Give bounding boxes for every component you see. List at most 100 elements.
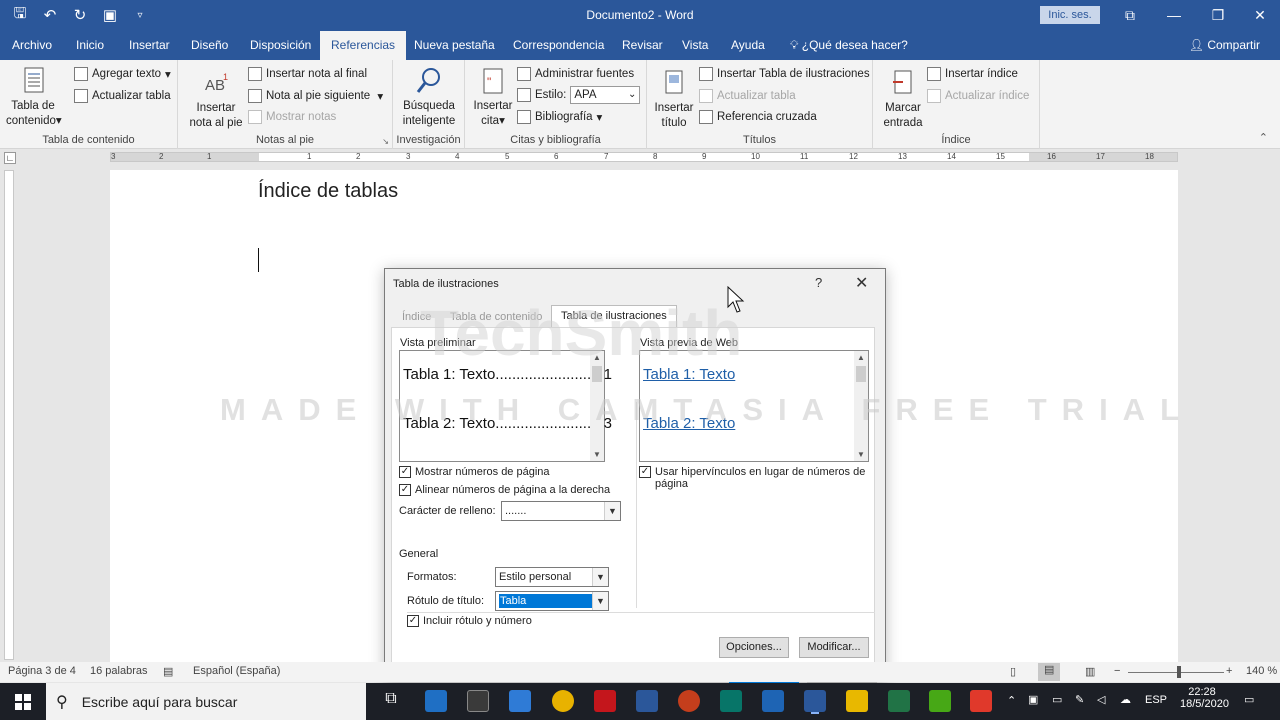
start-button[interactable] bbox=[0, 683, 46, 720]
update-index-button[interactable]: Actualizar índice bbox=[927, 88, 1029, 104]
caption-dropdown[interactable]: Tabla ▼ bbox=[495, 591, 609, 611]
print-layout-icon[interactable]: ▤ bbox=[1038, 663, 1061, 681]
scroll-up-icon[interactable]: ▲ bbox=[857, 353, 865, 362]
proofing-icon[interactable]: ▤ bbox=[163, 665, 173, 678]
toc-button[interactable]: Tabla de contenido▾ bbox=[6, 66, 62, 129]
manage-sources-button[interactable]: Administrar fuentes bbox=[517, 66, 634, 82]
zoom-slider[interactable] bbox=[1128, 672, 1224, 673]
tab-vista[interactable]: Vista bbox=[680, 31, 710, 60]
language-status[interactable]: Español (España) bbox=[193, 665, 280, 677]
options-button[interactable]: Opciones... bbox=[719, 637, 789, 658]
acrobat-icon[interactable] bbox=[594, 690, 616, 712]
web-layout-icon[interactable]: ▥ bbox=[1085, 665, 1095, 678]
style-dropdown[interactable]: APA ⌄ bbox=[570, 86, 641, 104]
tab-diseno[interactable]: Diseño bbox=[189, 31, 230, 60]
volume-icon[interactable]: ◁ bbox=[1097, 693, 1105, 706]
tab-revisar[interactable]: Revisar bbox=[620, 31, 665, 60]
align-right-checkbox[interactable]: ✓ Alinear números de página a la derecha bbox=[399, 484, 610, 496]
use-hyperlinks-checkbox[interactable]: ✓ Usar hipervínculos en lugar de números … bbox=[639, 466, 869, 490]
tab-referencias[interactable]: Referencias bbox=[320, 31, 407, 60]
publisher-icon[interactable] bbox=[720, 690, 742, 712]
language-indicator[interactable]: ESP bbox=[1145, 694, 1167, 706]
insert-caption-button[interactable]: Insertar título bbox=[651, 68, 697, 131]
tab-archivo[interactable]: Archivo bbox=[10, 31, 54, 60]
show-page-numbers-checkbox[interactable]: ✓ Mostrar números de página bbox=[399, 466, 550, 478]
word-icon[interactable] bbox=[804, 690, 826, 712]
insert-table-of-figures-button[interactable]: Insertar Tabla de ilustraciones bbox=[699, 66, 870, 82]
tab-correspondencia[interactable]: Correspondencia bbox=[511, 31, 606, 60]
pen-icon[interactable]: ✎ bbox=[1075, 693, 1084, 706]
minimize-button[interactable]: — bbox=[1152, 0, 1196, 30]
bibliography-button[interactable]: Bibliografía ▾ bbox=[517, 109, 602, 125]
mark-entry-button[interactable]: Marcar entrada bbox=[877, 68, 929, 131]
zoom-out-button[interactable]: − bbox=[1114, 665, 1120, 677]
scroll-thumb[interactable] bbox=[856, 366, 866, 382]
taskbar-search[interactable]: ⚲ Escribe aquí para buscar bbox=[46, 683, 366, 720]
cross-reference-button[interactable]: Referencia cruzada bbox=[699, 109, 817, 125]
page-count[interactable]: Página 3 de 4 bbox=[8, 665, 76, 677]
tab-ayuda[interactable]: Ayuda bbox=[729, 31, 767, 60]
tab-leader-dropdown[interactable]: ....... ▼ bbox=[501, 501, 621, 521]
network-icon[interactable]: ▭ bbox=[1052, 693, 1062, 706]
clock[interactable]: 22:28 18/5/2020 bbox=[1180, 686, 1229, 710]
ruler-number: 10 bbox=[751, 152, 760, 161]
edge-icon[interactable] bbox=[425, 690, 447, 712]
camtasia-icon[interactable] bbox=[970, 690, 992, 712]
add-text-button[interactable]: Agregar texto ▾ bbox=[74, 66, 171, 82]
vertical-ruler[interactable] bbox=[4, 170, 14, 660]
insert-index-button[interactable]: Insertar índice bbox=[927, 66, 1018, 82]
notifications-icon[interactable]: ▭ bbox=[1244, 693, 1254, 706]
outlook-icon[interactable] bbox=[762, 690, 784, 712]
mail-icon[interactable] bbox=[509, 690, 531, 712]
tab-insertar[interactable]: Insertar bbox=[127, 31, 172, 60]
powerpoint-icon[interactable] bbox=[678, 690, 700, 712]
tab-selector-icon[interactable]: ∟ bbox=[4, 152, 16, 164]
store-icon[interactable] bbox=[467, 690, 489, 712]
next-footnote-button[interactable]: Nota al pie siguiente ▾ bbox=[248, 88, 383, 104]
share-button[interactable]: 👤︎ Compartir bbox=[1189, 31, 1260, 60]
maximize-button[interactable]: ❐ bbox=[1196, 0, 1240, 30]
chevron-up-icon[interactable]: ⌃ bbox=[1007, 694, 1016, 707]
help-button[interactable]: ? bbox=[815, 275, 822, 290]
insert-citation-button[interactable]: " Insertar cita▾ bbox=[471, 66, 515, 129]
close-window-button[interactable]: ✕ bbox=[1238, 0, 1280, 30]
horizontal-ruler[interactable]: 3 2 1 1 2 3 4 5 6 7 8 9 10 11 12 13 14 1… bbox=[110, 152, 1178, 162]
update-table-button[interactable]: Actualizar tabla bbox=[699, 88, 796, 104]
insert-endnote-button[interactable]: Insertar nota al final bbox=[248, 66, 367, 82]
mark-entry-label-2: entrada bbox=[883, 117, 923, 129]
excel-icon[interactable] bbox=[888, 690, 910, 712]
zoom-in-button[interactable]: + bbox=[1226, 665, 1232, 677]
dialog-close-button[interactable]: ✕ bbox=[855, 273, 868, 293]
zoom-slider-thumb[interactable] bbox=[1177, 666, 1181, 678]
dialog-launcher-icon[interactable]: ↘ bbox=[382, 137, 389, 146]
collapse-ribbon-icon[interactable]: ⌃ bbox=[1259, 131, 1268, 144]
zoom-level[interactable]: 140 % bbox=[1246, 665, 1277, 677]
modify-button[interactable]: Modificar... bbox=[799, 637, 869, 658]
tab-inicio[interactable]: Inicio bbox=[74, 31, 106, 60]
ribbon-display-options-icon[interactable]: ⧉ bbox=[1108, 0, 1152, 30]
camtasia-recorder-icon[interactable] bbox=[929, 690, 951, 712]
visio-icon[interactable] bbox=[636, 690, 658, 712]
formats-dropdown[interactable]: Estilo personal ▼ bbox=[495, 567, 609, 587]
task-view-icon[interactable]: ⧉ bbox=[380, 690, 402, 712]
tab-disposicion[interactable]: Disposición bbox=[248, 31, 313, 60]
tell-me-search[interactable]: 💡︎ ¿Qué desea hacer? bbox=[788, 31, 910, 60]
network-adapter-icon[interactable]: ▣ bbox=[1028, 693, 1038, 706]
sign-in-button[interactable]: Inic. ses. bbox=[1040, 6, 1100, 24]
smart-lookup-button[interactable]: Búsqueda inteligente bbox=[399, 66, 459, 129]
scroll-down-icon[interactable]: ▼ bbox=[857, 450, 865, 459]
document-heading[interactable]: Índice de tablas bbox=[258, 180, 398, 203]
onedrive-icon[interactable]: ☁ bbox=[1120, 693, 1131, 706]
chrome-icon[interactable] bbox=[552, 690, 574, 712]
ruler-number: 13 bbox=[898, 152, 907, 161]
update-toc-button[interactable]: Actualizar tabla bbox=[74, 88, 171, 104]
tab-nueva-pestana[interactable]: Nueva pestaña bbox=[412, 31, 497, 60]
insert-footnote-button[interactable]: AB 1 Insertar nota al pie bbox=[186, 68, 246, 131]
scroll-down-icon[interactable]: ▼ bbox=[593, 450, 601, 459]
read-mode-icon[interactable]: ▯ bbox=[1010, 665, 1016, 678]
file-explorer-icon[interactable] bbox=[846, 690, 868, 712]
word-count[interactable]: 16 palabras bbox=[90, 665, 148, 677]
dropdown-arrow-icon: ▾ bbox=[499, 115, 505, 127]
include-label-checkbox[interactable]: ✓ Incluir rótulo y número bbox=[407, 615, 532, 627]
show-notes-button[interactable]: Mostrar notas bbox=[248, 109, 336, 125]
